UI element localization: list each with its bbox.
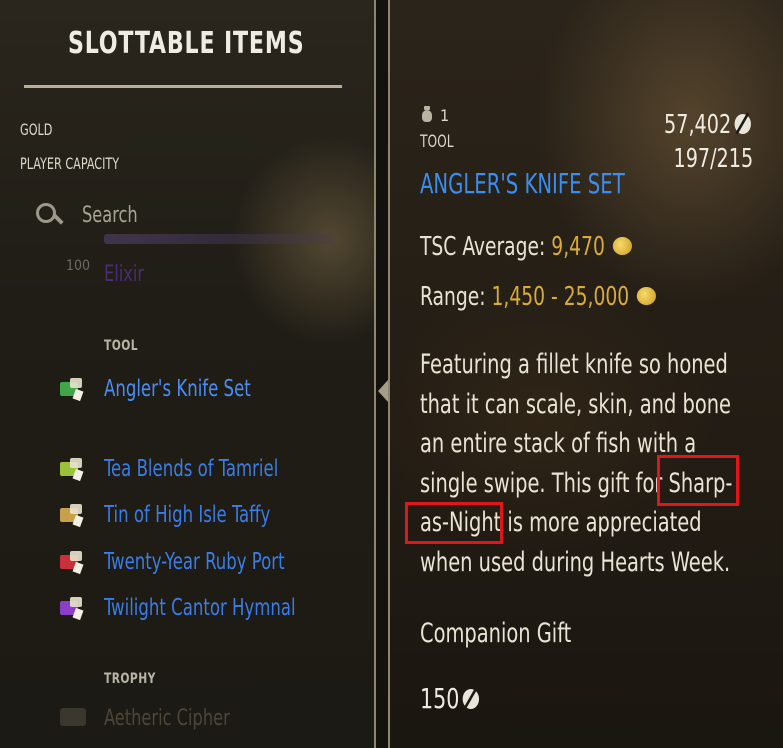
icon-tag [72, 514, 84, 528]
range-line: Range: 1,450 - 25,000 [420, 282, 657, 312]
gold-coin-icon [612, 237, 633, 255]
list-item-taffy[interactable]: Tin of High Isle Taffy [56, 498, 312, 532]
capacity-value: 197/215 [673, 144, 753, 174]
divider-line-left [374, 0, 376, 748]
icon-box-top [70, 504, 82, 514]
companion-gift-label: Companion Gift [420, 618, 572, 649]
title-underline [24, 85, 342, 88]
tsc-average-line: TSC Average: 9,470 [420, 232, 633, 262]
faded-list-row [104, 234, 334, 244]
item-value-number: 150 [420, 682, 460, 715]
divider-line-right [388, 0, 390, 748]
search-input[interactable]: Search [36, 200, 150, 230]
panel-separator [376, 0, 388, 748]
gold-value-row: 57,402 [664, 110, 751, 140]
highlight-box-sharp [657, 455, 739, 506]
capacity-label: PLAYER CAPACITY [20, 154, 120, 173]
icon-box-top [70, 551, 82, 561]
item-name: Twenty-Year Ruby Port [104, 549, 285, 575]
item-name: Tin of High Isle Taffy [104, 502, 271, 528]
list-item-elixir[interactable]: Elixir [104, 262, 144, 287]
icon-tag [72, 388, 84, 402]
category-header-tool: TOOL [104, 338, 139, 354]
tsc-label: TSC Average: [420, 232, 552, 262]
detail-category: TOOL [420, 132, 454, 152]
item-name: Angler's Knife Set [104, 376, 251, 402]
tool-item-icon [56, 597, 86, 621]
gold-coin-icon [637, 287, 657, 305]
list-item-anglers-knife-set[interactable]: Angler's Knife Set [56, 372, 287, 406]
tool-item-icon [56, 378, 86, 402]
tool-item-icon [56, 551, 86, 575]
icon-box-top [70, 458, 82, 468]
icon-tag [72, 607, 84, 621]
tsc-value: 9,470 [551, 232, 605, 262]
detail-item-name: ANGLER'S KNIFE SET [420, 167, 625, 200]
list-item-ruby-port[interactable]: Twenty-Year Ruby Port [56, 545, 330, 579]
gold-icon [734, 114, 751, 134]
gold-icon [462, 689, 480, 709]
search-icon [36, 201, 64, 229]
category-header-trophy: TROPHY [104, 671, 156, 687]
icon-box-top [70, 378, 82, 388]
description-line: Featuring a fillet knife so honed [420, 349, 728, 380]
highlight-box-as-night [405, 502, 503, 544]
range-label: Range: [420, 282, 492, 312]
icon-tag [72, 468, 84, 482]
list-item-aetheric-cipher[interactable]: Aetheric Cipher [104, 706, 230, 731]
detail-quantity: 1 [422, 105, 450, 125]
gold-label: GOLD [20, 120, 53, 139]
panel-title: SLOTTABLE ITEMS [68, 26, 305, 61]
icon-tag [72, 561, 84, 575]
collapse-arrow-icon[interactable] [378, 380, 388, 402]
description-line: that it can scale, skin, and bone [420, 388, 731, 420]
icon-box-top [70, 597, 82, 607]
tool-item-icon [56, 458, 86, 482]
item-value: 150 [420, 682, 480, 715]
trophy-item-icon [60, 708, 86, 726]
item-quantity: 100 [66, 258, 91, 274]
quantity-value: 1 [440, 106, 450, 125]
bag-icon [422, 105, 432, 122]
item-name: Tea Blends of Tamriel [104, 456, 279, 482]
list-item-cantor-hymnal[interactable]: Twilight Cantor Hymnal [56, 591, 344, 625]
tool-item-icon [56, 504, 86, 528]
item-name: Twilight Cantor Hymnal [104, 595, 296, 621]
gold-value: 57,402 [664, 110, 732, 140]
description-line: when used during Hearts Week. [420, 546, 731, 578]
list-item-tea-blends[interactable]: Tea Blends of Tamriel [56, 452, 322, 486]
range-value: 1,450 - 25,000 [491, 282, 630, 312]
search-placeholder: Search [82, 202, 138, 228]
